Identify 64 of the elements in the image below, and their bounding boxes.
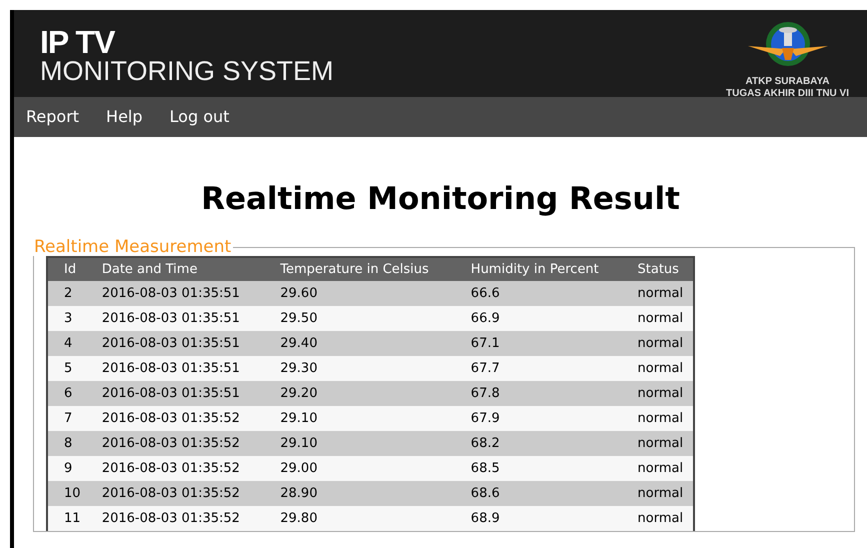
column-header: Humidity in Percent: [454, 257, 622, 282]
table-cell: 8: [47, 431, 86, 456]
page-title: Realtime Monitoring Result: [200, 181, 681, 218]
table-cell: normal: [622, 281, 694, 306]
nav-link[interactable]: Log out: [170, 105, 230, 129]
table-cell: 3: [47, 306, 86, 332]
table-cell: normal: [622, 506, 694, 532]
table-cell: normal: [622, 356, 694, 382]
table-cell: 28.90: [264, 481, 455, 506]
table-cell: 29.10: [264, 431, 455, 456]
site-title: IP TV: [40, 26, 116, 56]
table-cell: 10: [47, 481, 86, 506]
table-cell: 2: [47, 281, 86, 306]
table-cell: 4: [47, 331, 86, 356]
table-cell: 11: [47, 506, 86, 532]
table-cell: 29.50: [264, 306, 455, 332]
table-cell: normal: [622, 431, 694, 456]
table-cell: 2016-08-03 01:35:51: [86, 381, 264, 406]
table-cell: 67.8: [454, 381, 622, 406]
table-cell: 29.80: [264, 506, 455, 532]
table-cell: 29.30: [264, 356, 455, 382]
table-cell: 2016-08-03 01:35:52: [86, 506, 264, 532]
table-cell: 68.2: [454, 431, 622, 456]
table-cell: 6: [47, 381, 86, 406]
column-header: Id: [47, 257, 86, 282]
column-header: Temperature in Celsius: [264, 257, 455, 282]
table-cell: 67.1: [454, 331, 622, 356]
column-header: Date and Time: [86, 257, 264, 282]
table-cell: 67.9: [454, 406, 622, 432]
table-cell: 29.40: [264, 331, 455, 356]
table-cell: normal: [622, 306, 694, 332]
table-cell: 29.60: [264, 281, 455, 306]
table-cell: 2016-08-03 01:35:51: [86, 356, 264, 382]
table-cell: 66.9: [454, 306, 622, 332]
table-cell: normal: [622, 406, 694, 432]
table-cell: 2016-08-03 01:35:52: [86, 431, 264, 456]
table-cell: 66.6: [454, 281, 622, 306]
table-cell: 2016-08-03 01:35:51: [86, 281, 264, 306]
table-cell: 7: [47, 406, 86, 432]
table-cell: 9: [47, 456, 86, 482]
table-cell: normal: [622, 481, 694, 506]
table-cell: 29.00: [264, 456, 455, 482]
site-subtitle: MONITORING SYSTEM: [40, 56, 334, 84]
panel-legend: Realtime Measurement: [32, 238, 234, 256]
table-cell: 2016-08-03 01:35:51: [86, 331, 264, 356]
table-cell: 2016-08-03 01:35:52: [86, 481, 264, 506]
table-cell: normal: [622, 381, 694, 406]
table-cell: normal: [622, 456, 694, 482]
organization-subtitle: TUGAS AKHIR DIII TNU VI: [726, 88, 849, 100]
organization-name: ATKP SURABAYA: [746, 76, 830, 88]
table-cell: 5: [47, 356, 86, 382]
table-cell: 68.6: [454, 481, 622, 506]
table-cell: 2016-08-03 01:35:51: [86, 306, 264, 332]
table-cell: 68.9: [454, 506, 622, 532]
table-cell: 29.10: [264, 406, 455, 432]
table-cell: 29.20: [264, 381, 455, 406]
column-header: Status: [622, 257, 694, 282]
table-cell: 2016-08-03 01:35:52: [86, 406, 264, 432]
nav-link[interactable]: Report: [26, 105, 80, 129]
table-cell: normal: [622, 331, 694, 356]
nav-link[interactable]: Help: [106, 105, 143, 129]
table-cell: 68.5: [454, 456, 622, 482]
table-cell: 67.7: [454, 356, 622, 382]
table-cell: 2016-08-03 01:35:52: [86, 456, 264, 482]
